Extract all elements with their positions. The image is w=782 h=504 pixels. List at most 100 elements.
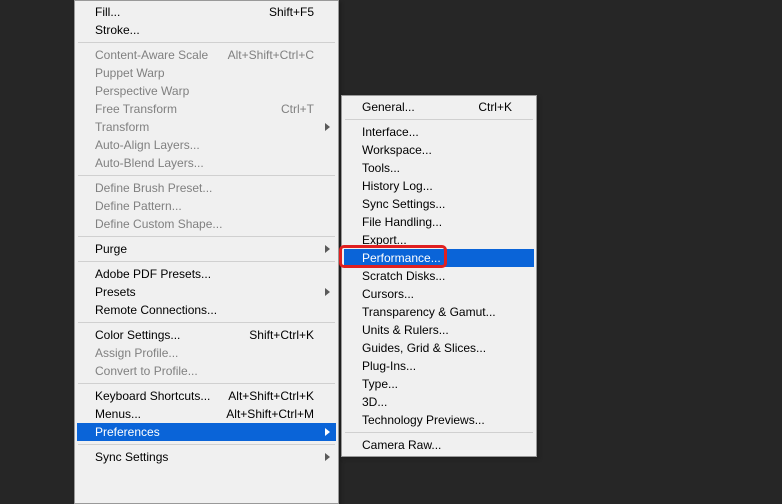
preferences-submenu: General... Ctrl+K Interface... Workspace...…: [341, 95, 537, 457]
menu-item-label: Interface...: [362, 125, 512, 139]
menu-item-3d[interactable]: 3D...: [344, 393, 534, 411]
menu-item-label: Menus...: [95, 407, 216, 421]
menu-item-content-aware-scale: Content-Aware Scale Alt+Shift+Ctrl+C: [77, 46, 336, 64]
menu-item-define-brush-preset: Define Brush Preset...: [77, 179, 336, 197]
menu-separator: [78, 261, 335, 262]
menu-item-label: Color Settings...: [95, 328, 239, 342]
submenu-arrow-icon: [325, 428, 330, 436]
menu-item-shortcut: Ctrl+K: [478, 100, 512, 114]
menu-item-label: Define Pattern...: [95, 199, 314, 213]
menu-separator: [78, 322, 335, 323]
menu-item-label: Tools...: [362, 161, 512, 175]
menu-item-cursors[interactable]: Cursors...: [344, 285, 534, 303]
menu-item-label: Puppet Warp: [95, 66, 314, 80]
menu-item-workspace[interactable]: Workspace...: [344, 141, 534, 159]
menu-item-label: Keyboard Shortcuts...: [95, 389, 218, 403]
submenu-arrow-icon: [325, 453, 330, 461]
menu-item-label: Assign Profile...: [95, 346, 314, 360]
menu-item-purge[interactable]: Purge: [77, 240, 336, 258]
menu-item-label: Preferences: [95, 425, 314, 439]
menu-item-label: Perspective Warp: [95, 84, 314, 98]
menu-item-fill[interactable]: Fill...Shift+F5: [77, 3, 336, 21]
menu-separator: [78, 236, 335, 237]
menu-item-label: Purge: [95, 242, 314, 256]
menu-item-free-transform: Free TransformCtrl+T: [77, 100, 336, 118]
menu-item-label: Units & Rulers...: [362, 323, 512, 337]
menu-item-label: Free Transform: [95, 102, 271, 116]
menu-separator: [345, 432, 533, 433]
menu-item-assign-profile: Assign Profile...: [77, 344, 336, 362]
menu-item-presets[interactable]: Presets: [77, 283, 336, 301]
menu-item-history-log[interactable]: History Log...: [344, 177, 534, 195]
menu-item-tools[interactable]: Tools...: [344, 159, 534, 177]
menu-item-label: Export...: [362, 233, 512, 247]
menu-item-general[interactable]: General... Ctrl+K: [344, 98, 534, 116]
menu-item-label: Remote Connections...: [95, 303, 314, 317]
menu-item-performance[interactable]: Performance...: [344, 249, 534, 267]
menu-item-remote-connections[interactable]: Remote Connections...: [77, 301, 336, 319]
menu-item-type[interactable]: Type...: [344, 375, 534, 393]
menu-item-shortcut: Alt+Shift+Ctrl+C: [228, 48, 314, 62]
menu-item-sync-settings[interactable]: Sync Settings: [77, 448, 336, 466]
menu-item-shortcut: Shift+Ctrl+K: [249, 328, 314, 342]
menu-item-label: Auto-Blend Layers...: [95, 156, 314, 170]
menu-item-define-pattern: Define Pattern...: [77, 197, 336, 215]
menu-item-label: Cursors...: [362, 287, 512, 301]
submenu-arrow-icon: [325, 288, 330, 296]
menu-separator: [78, 383, 335, 384]
menu-item-label: Technology Previews...: [362, 413, 512, 427]
menu-item-label: Transform: [95, 120, 314, 134]
menu-item-guides-grid-slices[interactable]: Guides, Grid & Slices...: [344, 339, 534, 357]
menu-item-file-handling[interactable]: File Handling...: [344, 213, 534, 231]
menu-item-label: Auto-Align Layers...: [95, 138, 314, 152]
menu-item-label: Content-Aware Scale: [95, 48, 218, 62]
menu-item-adobe-pdf-presets[interactable]: Adobe PDF Presets...: [77, 265, 336, 283]
menu-item-convert-to-profile: Convert to Profile...: [77, 362, 336, 380]
menu-item-label: Performance...: [362, 251, 512, 265]
menu-item-label: Camera Raw...: [362, 438, 512, 452]
menu-item-shortcut: Alt+Shift+Ctrl+K: [228, 389, 314, 403]
menu-item-label: Convert to Profile...: [95, 364, 314, 378]
menu-item-perspective-warp: Perspective Warp: [77, 82, 336, 100]
menu-item-label: Workspace...: [362, 143, 512, 157]
submenu-arrow-icon: [325, 123, 330, 131]
menu-item-label: Define Brush Preset...: [95, 181, 314, 195]
menu-item-units-rulers[interactable]: Units & Rulers...: [344, 321, 534, 339]
menu-item-label: 3D...: [362, 395, 512, 409]
menu-item-plug-ins[interactable]: Plug-Ins...: [344, 357, 534, 375]
menu-item-puppet-warp: Puppet Warp: [77, 64, 336, 82]
menu-separator: [78, 444, 335, 445]
menu-item-auto-blend-layers: Auto-Blend Layers...: [77, 154, 336, 172]
menu-item-color-settings[interactable]: Color Settings... Shift+Ctrl+K: [77, 326, 336, 344]
menu-item-label: File Handling...: [362, 215, 512, 229]
menu-item-keyboard-shortcuts[interactable]: Keyboard Shortcuts... Alt+Shift+Ctrl+K: [77, 387, 336, 405]
edit-menu: Fill...Shift+F5 Stroke... Content-Aware Sc…: [74, 0, 339, 504]
submenu-arrow-icon: [325, 245, 330, 253]
menu-separator: [78, 175, 335, 176]
menu-item-label: Transparency & Gamut...: [362, 305, 512, 319]
menu-item-label: Presets: [95, 285, 314, 299]
menu-item-label: Sync Settings...: [362, 197, 512, 211]
menu-item-label: Stroke...: [95, 23, 314, 37]
menu-item-transparency-gamut[interactable]: Transparency & Gamut...: [344, 303, 534, 321]
menu-item-technology-previews[interactable]: Technology Previews...: [344, 411, 534, 429]
menu-item-label: Scratch Disks...: [362, 269, 512, 283]
menu-item-label: Define Custom Shape...: [95, 217, 314, 231]
menu-separator: [78, 42, 335, 43]
menu-item-interface[interactable]: Interface...: [344, 123, 534, 141]
menu-item-label: Plug-Ins...: [362, 359, 512, 373]
menu-item-menus[interactable]: Menus... Alt+Shift+Ctrl+M: [77, 405, 336, 423]
menu-item-label: Guides, Grid & Slices...: [362, 341, 512, 355]
menu-item-stroke[interactable]: Stroke...: [77, 21, 336, 39]
menu-item-shortcut: Alt+Shift+Ctrl+M: [226, 407, 314, 421]
menu-item-label: Sync Settings: [95, 450, 314, 464]
menu-item-sync-settings[interactable]: Sync Settings...: [344, 195, 534, 213]
menu-item-preferences[interactable]: Preferences: [77, 423, 336, 441]
menu-item-export[interactable]: Export...: [344, 231, 534, 249]
menu-item-label: General...: [362, 100, 468, 114]
menu-item-camera-raw[interactable]: Camera Raw...: [344, 436, 534, 454]
menu-separator: [345, 119, 533, 120]
menu-item-scratch-disks[interactable]: Scratch Disks...: [344, 267, 534, 285]
menu-item-label: History Log...: [362, 179, 512, 193]
menu-item-define-custom-shape: Define Custom Shape...: [77, 215, 336, 233]
